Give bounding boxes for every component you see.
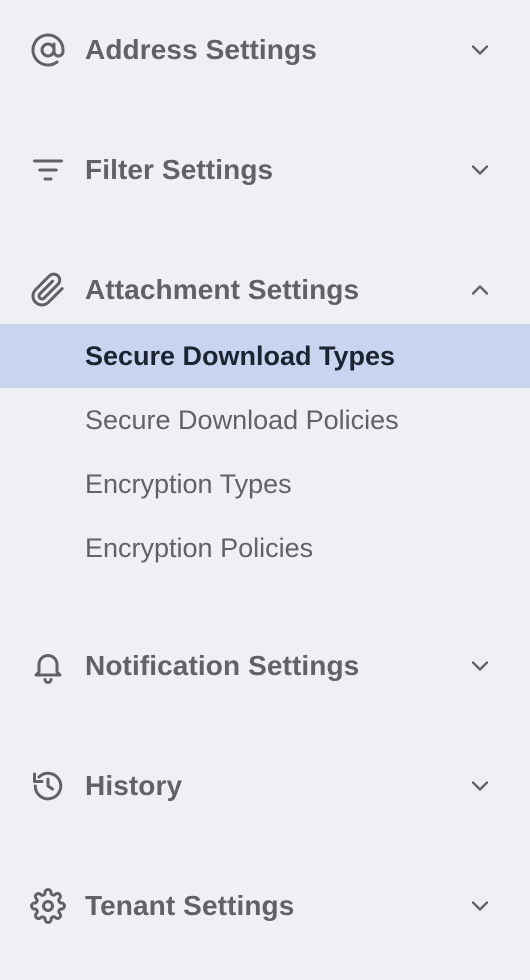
sub-item-label: Secure Download Types — [85, 340, 396, 371]
paperclip-icon — [28, 270, 68, 310]
chevron-down-icon[interactable] — [466, 772, 494, 800]
chevron-down-icon[interactable] — [466, 652, 494, 680]
section-label: History — [85, 770, 183, 801]
sub-item-secure-download-types[interactable]: Secure Download Types — [0, 324, 530, 388]
chevron-down-icon[interactable] — [466, 156, 494, 184]
gear-icon — [28, 886, 68, 926]
chevron-up-icon[interactable] — [466, 276, 494, 304]
sub-item-secure-download-policies[interactable]: Secure Download Policies — [0, 388, 530, 452]
sub-item-label: Secure Download Policies — [85, 404, 399, 435]
section-filter-settings[interactable]: Filter Settings — [0, 140, 530, 200]
chevron-down-icon[interactable] — [466, 36, 494, 64]
chevron-down-icon[interactable] — [466, 892, 494, 920]
sub-item-label: Encryption Policies — [85, 532, 314, 563]
section-tenant-settings[interactable]: Tenant Settings — [0, 876, 530, 936]
section-label: Filter Settings — [85, 154, 274, 185]
settings-sidebar: Address Settings Filter Settings Attachm… — [0, 0, 530, 980]
section-label: Tenant Settings — [85, 890, 295, 921]
sub-item-encryption-types[interactable]: Encryption Types — [0, 452, 530, 516]
section-history[interactable]: History — [0, 756, 530, 816]
section-notification-settings[interactable]: Notification Settings — [0, 636, 530, 696]
sub-item-encryption-policies[interactable]: Encryption Policies — [0, 516, 530, 580]
section-label: Attachment Settings — [85, 274, 360, 305]
sub-item-label: Encryption Types — [85, 468, 292, 499]
filter-icon — [28, 150, 68, 190]
history-icon — [28, 766, 68, 806]
section-attachment-settings[interactable]: Attachment Settings — [0, 260, 530, 320]
section-label: Notification Settings — [85, 650, 360, 681]
at-icon — [28, 30, 68, 70]
bell-icon — [28, 646, 68, 686]
section-address-settings[interactable]: Address Settings — [0, 20, 530, 80]
section-label: Address Settings — [85, 34, 317, 65]
